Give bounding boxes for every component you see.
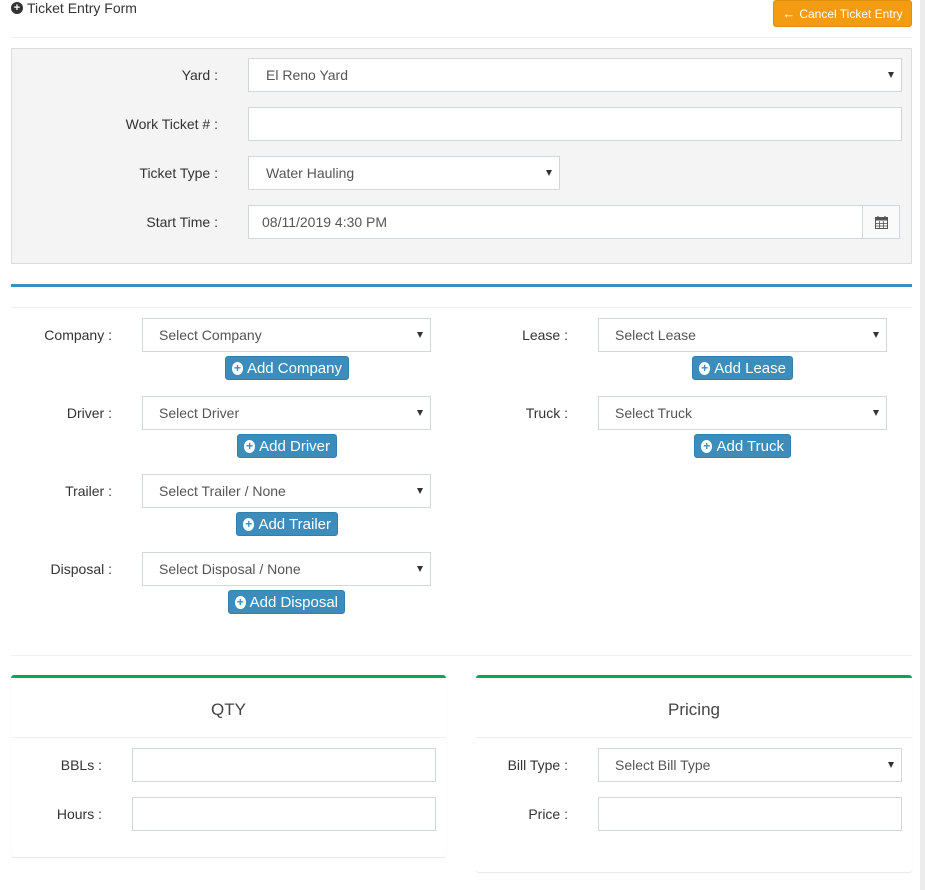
scrollbar-track[interactable] <box>920 0 925 890</box>
plus-circle-icon: + <box>243 517 255 531</box>
section-divider <box>11 307 912 308</box>
ticket-type-label: Ticket Type : <box>139 165 218 181</box>
hours-input[interactable] <box>132 797 436 831</box>
truck-select-value: Select Truck <box>615 405 693 421</box>
page-title: + Ticket Entry Form <box>11 0 137 16</box>
calendar-button[interactable] <box>862 205 900 239</box>
add-truck-label: Add Truck <box>716 437 784 455</box>
disposal-select[interactable]: Select Disposal / None <box>142 552 431 586</box>
section-divider <box>11 655 912 656</box>
lease-select-value: Select Lease <box>615 327 696 343</box>
arrow-left-icon: ← <box>782 6 796 21</box>
add-lease-button[interactable]: + Add Lease <box>692 356 793 380</box>
truck-label: Truck : <box>525 405 568 421</box>
disposal-label: Disposal : <box>50 561 112 577</box>
cancel-button-label: Cancel Ticket Entry <box>799 6 903 21</box>
page-title-text: Ticket Entry Form <box>27 0 137 16</box>
cancel-ticket-entry-button[interactable]: ← Cancel Ticket Entry <box>773 0 912 27</box>
ticket-type-select[interactable]: Water Hauling <box>248 156 560 190</box>
company-select-value: Select Company <box>159 327 262 343</box>
add-driver-label: Add Driver <box>259 437 330 455</box>
start-time-value: 08/11/2019 4:30 PM <box>262 214 388 230</box>
add-company-label: Add Company <box>246 359 342 377</box>
add-trailer-label: Add Trailer <box>258 515 331 533</box>
add-truck-button[interactable]: + Add Truck <box>694 434 791 458</box>
disposal-select-value: Select Disposal / None <box>159 561 301 577</box>
price-input[interactable] <box>598 797 902 831</box>
bbls-input[interactable] <box>132 748 436 782</box>
caret-down-icon <box>417 566 423 572</box>
price-label: Price : <box>528 806 568 822</box>
plus-circle-icon: + <box>244 439 256 453</box>
plus-circle-icon: + <box>232 360 243 375</box>
caret-down-icon <box>873 332 879 338</box>
calendar-icon <box>874 215 888 229</box>
add-disposal-button[interactable]: + Add Disposal <box>228 590 345 614</box>
qty-box-header-divider <box>11 737 446 738</box>
add-company-button[interactable]: + Add Company <box>225 356 349 380</box>
ticket-type-value: Water Hauling <box>266 165 355 181</box>
bill-type-select-value: Select Bill Type <box>615 757 711 773</box>
bill-type-label: Bill Type : <box>507 757 568 773</box>
bbls-label: BBLs : <box>60 757 102 773</box>
plus-circle-icon: + <box>699 361 711 375</box>
caret-down-icon <box>417 410 423 416</box>
header-divider <box>11 37 912 38</box>
start-time-label: Start Time : <box>146 214 218 230</box>
company-label: Company : <box>44 327 112 343</box>
yard-label: Yard : <box>181 67 218 83</box>
plus-circle-icon: + <box>11 2 23 14</box>
plus-circle-icon: + <box>235 594 246 609</box>
add-disposal-label: Add Disposal <box>249 593 338 611</box>
work-ticket-input[interactable] <box>248 107 902 141</box>
driver-label: Driver : <box>66 405 112 421</box>
caret-down-icon <box>873 410 879 416</box>
lease-label: Lease : <box>522 327 568 343</box>
add-trailer-button[interactable]: + Add Trailer <box>236 512 338 536</box>
qty-box-title: QTY <box>211 700 246 719</box>
plus-circle-icon: + <box>701 439 713 453</box>
driver-select[interactable]: Select Driver <box>142 396 431 430</box>
trailer-label: Trailer : <box>65 483 112 499</box>
driver-select-value: Select Driver <box>159 405 240 421</box>
lease-select[interactable]: Select Lease <box>598 318 887 352</box>
trailer-select-value: Select Trailer / None <box>159 483 286 499</box>
pricing-box-title: Pricing <box>668 700 720 719</box>
hours-label: Hours : <box>56 806 102 822</box>
trailer-select[interactable]: Select Trailer / None <box>142 474 431 508</box>
section-divider-blue <box>11 284 912 287</box>
pricing-box-header-divider <box>476 737 912 738</box>
truck-select[interactable]: Select Truck <box>598 396 887 430</box>
caret-down-icon <box>546 170 552 176</box>
start-time-input[interactable]: 08/11/2019 4:30 PM <box>248 205 863 239</box>
caret-down-icon <box>888 762 894 768</box>
company-select[interactable]: Select Company <box>142 318 431 352</box>
caret-down-icon <box>417 488 423 494</box>
caret-down-icon <box>888 72 894 78</box>
add-lease-label: Add Lease <box>714 359 786 377</box>
caret-down-icon <box>417 332 423 338</box>
work-ticket-label: Work Ticket # : <box>125 116 218 132</box>
yard-select[interactable]: El Reno Yard <box>248 58 902 92</box>
bill-type-select[interactable]: Select Bill Type <box>598 748 902 782</box>
add-driver-button[interactable]: + Add Driver <box>237 434 337 458</box>
yard-select-value: El Reno Yard <box>266 67 348 83</box>
